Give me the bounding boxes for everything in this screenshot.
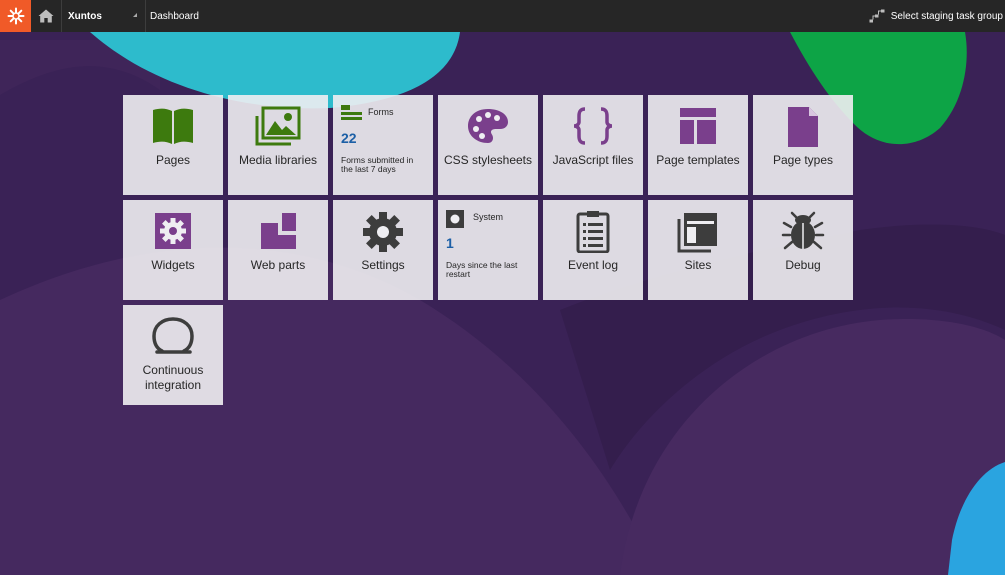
tile-continuous-integration[interactable]: Continuous integration xyxy=(123,305,223,405)
tile-web-parts[interactable]: Web parts xyxy=(228,200,328,300)
tile-label: Debug xyxy=(785,258,821,272)
kentico-logo-button[interactable] xyxy=(0,0,31,32)
tile-label: Widgets xyxy=(151,258,195,272)
widget-value: 1 xyxy=(446,235,454,251)
web-part-icon xyxy=(261,213,296,249)
layout-template-icon xyxy=(680,108,716,144)
tile-label: Settings xyxy=(361,258,405,272)
staging-label: Select staging task group xyxy=(890,10,1003,22)
widget-system[interactable]: System 1 Days since the last restart xyxy=(438,200,538,300)
staging-task-group-selector[interactable]: Select staging task group xyxy=(869,6,1003,26)
widget-forms[interactable]: Forms 22 Forms submitted in the last 7 d… xyxy=(333,95,433,195)
tile-page-templates[interactable]: Page templates xyxy=(648,95,748,195)
system-icon xyxy=(446,210,464,228)
tile-label: Sites xyxy=(684,258,712,272)
ci-loop-icon xyxy=(152,317,194,354)
site-name: Xuntos xyxy=(68,11,102,22)
document-icon xyxy=(788,107,818,147)
top-bar: Xuntos Dashboard Select staging task gro… xyxy=(0,0,1005,32)
tile-page-types[interactable]: Page types xyxy=(753,95,853,195)
tile-label: Pages xyxy=(155,153,191,167)
palette-icon xyxy=(468,109,508,143)
tile-label: Event log xyxy=(567,258,619,272)
sites-icon xyxy=(677,213,717,253)
tile-label: Media libraries xyxy=(238,153,318,167)
tile-debug[interactable]: Debug xyxy=(753,200,853,300)
tile-label: Page types xyxy=(772,153,834,167)
tile-label: Page templates xyxy=(656,153,740,167)
tile-label: Continuous integration xyxy=(142,363,204,392)
curly-braces-icon xyxy=(573,107,613,145)
image-icon xyxy=(255,106,301,146)
tile-pages[interactable]: Pages xyxy=(123,95,223,195)
tile-label: Web parts xyxy=(250,258,306,272)
tile-javascript-files[interactable]: JavaScript files xyxy=(543,95,643,195)
dropdown-caret-icon xyxy=(133,13,137,17)
tile-settings[interactable]: Settings xyxy=(333,200,433,300)
asterisk-logo-icon xyxy=(7,7,24,25)
tile-event-log[interactable]: Event log xyxy=(543,200,643,300)
widget-value: 22 xyxy=(341,130,357,146)
site-selector[interactable]: Xuntos xyxy=(61,0,146,32)
widget-title: Forms xyxy=(368,107,394,117)
widget-title: System xyxy=(473,212,504,222)
tile-label: CSS stylesheets xyxy=(443,153,533,167)
clipboard-list-icon xyxy=(576,211,610,253)
gear-icon xyxy=(363,212,403,252)
forms-icon xyxy=(341,105,362,120)
home-icon xyxy=(38,9,54,23)
staging-icon xyxy=(869,9,885,23)
tile-css-stylesheets[interactable]: CSS stylesheets xyxy=(438,95,538,195)
tile-label: JavaScript files xyxy=(552,153,634,167)
widget-description: Forms submitted in the last 7 days xyxy=(341,155,414,174)
breadcrumb-dashboard[interactable]: Dashboard xyxy=(150,11,199,22)
home-button[interactable] xyxy=(31,0,61,32)
widget-gear-icon xyxy=(155,213,191,249)
bug-icon xyxy=(781,211,825,250)
tile-sites[interactable]: Sites xyxy=(648,200,748,300)
book-icon xyxy=(153,108,193,144)
tile-widgets[interactable]: Widgets xyxy=(123,200,223,300)
tile-media-libraries[interactable]: Media libraries xyxy=(228,95,328,195)
widget-description: Days since the last restart xyxy=(446,260,518,279)
